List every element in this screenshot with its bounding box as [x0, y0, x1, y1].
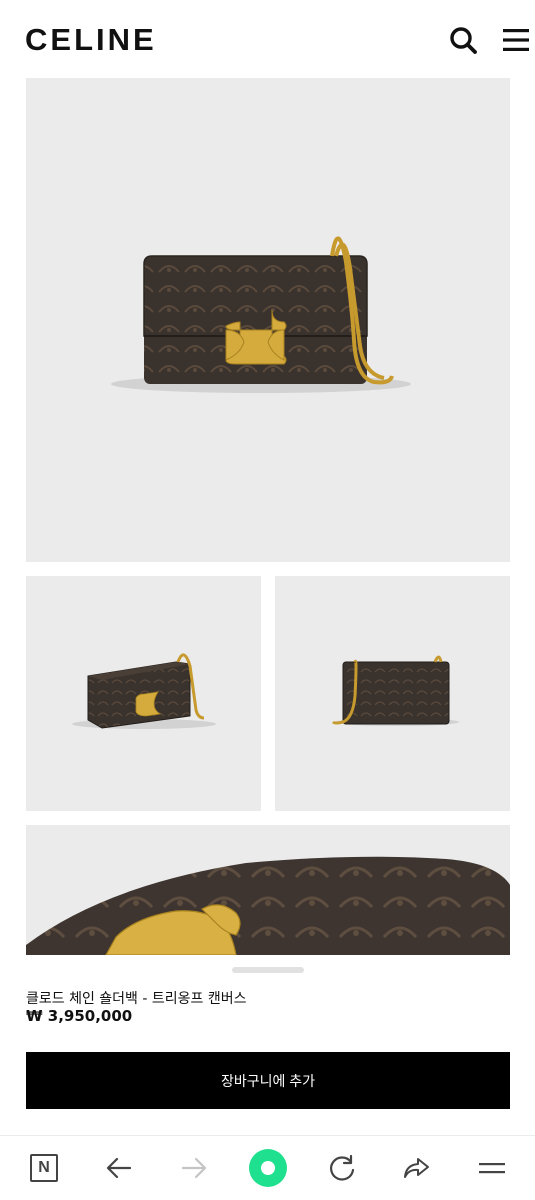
sheet-drag-handle[interactable]: [232, 967, 304, 973]
product-info-sheet: 클로드 체인 숄더백 - 트리옹프 캔버스 ₩ 3,950,000 장바구니에 …: [0, 955, 535, 1135]
naver-tab-label: N: [30, 1154, 58, 1182]
green-dot-home-icon[interactable]: [248, 1148, 288, 1188]
forward-arrow-icon[interactable]: [174, 1148, 214, 1188]
product-image-detail[interactable]: [26, 825, 510, 955]
naver-tab-icon[interactable]: N: [24, 1148, 64, 1188]
product-name: 클로드 체인 숄더백 - 트리옹프 캔버스: [26, 991, 247, 1007]
product-image-back[interactable]: [275, 576, 510, 811]
browser-toolbar: N: [0, 1135, 535, 1200]
back-arrow-icon[interactable]: [99, 1148, 139, 1188]
share-icon[interactable]: [396, 1148, 436, 1188]
site-header: CELINE: [0, 0, 535, 78]
product-price: ₩ 3,950,000: [26, 1007, 133, 1025]
product-page: CELINE 클로드 체인 숄더백 - 트리옹프 캔버스 ₩ 3,950,000…: [0, 0, 535, 1200]
brand-logo[interactable]: CELINE: [25, 22, 157, 58]
hamburger-menu-icon[interactable]: [500, 24, 532, 56]
add-to-cart-button[interactable]: 장바구니에 추가: [26, 1052, 510, 1109]
product-image-front[interactable]: [26, 78, 510, 562]
menu-icon[interactable]: [471, 1148, 511, 1188]
search-icon[interactable]: [447, 24, 479, 56]
product-image-side[interactable]: [26, 576, 261, 811]
reload-icon[interactable]: [322, 1148, 362, 1188]
